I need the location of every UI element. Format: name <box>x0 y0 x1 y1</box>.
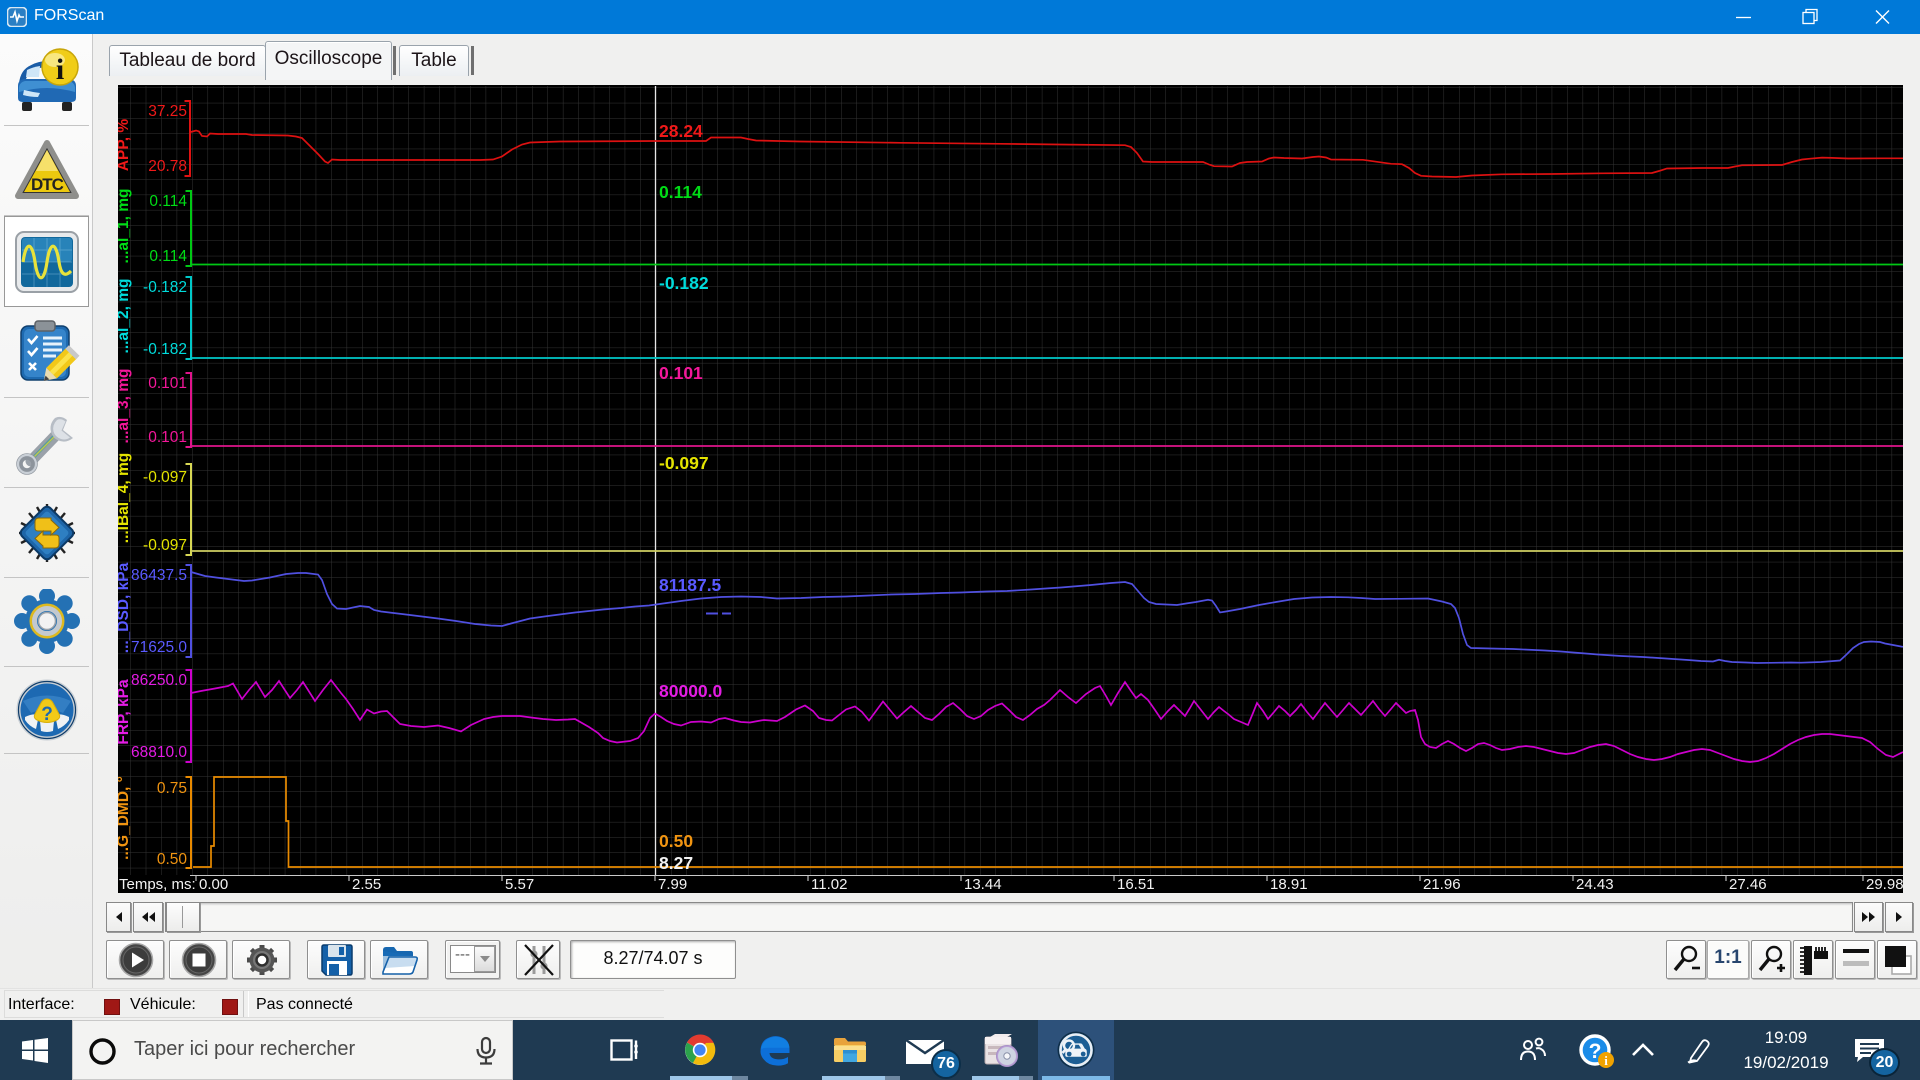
svg-text:0.50: 0.50 <box>659 831 693 851</box>
svg-text:0.101: 0.101 <box>148 429 187 446</box>
svg-text:-0.097: -0.097 <box>143 469 187 486</box>
svg-text:0.114: 0.114 <box>149 193 187 210</box>
svg-text:27.46: 27.46 <box>1729 876 1767 893</box>
svg-text:13.44: 13.44 <box>964 876 1002 893</box>
svg-text:i: i <box>1604 1053 1608 1068</box>
svg-text:5.57: 5.57 <box>505 876 534 893</box>
svg-text:7.99: 7.99 <box>658 876 687 893</box>
svg-text:0.101: 0.101 <box>148 375 187 392</box>
svg-text:86437.5: 86437.5 <box>131 567 187 584</box>
svg-text:81187.5: 81187.5 <box>659 575 722 595</box>
svg-text:37.25: 37.25 <box>148 103 187 120</box>
svg-text:0.75: 0.75 <box>157 780 187 797</box>
svg-text:71625.0: 71625.0 <box>131 639 187 656</box>
svg-text:DTC: DTC <box>31 175 64 194</box>
svg-text:28.24: 28.24 <box>659 121 703 141</box>
svg-text:29.98: 29.98 <box>1866 876 1903 893</box>
svg-text:...G_DMD, °: ...G_DMD, ° <box>118 776 132 860</box>
svg-text:...al_3, mg: ...al_3, mg <box>118 369 132 444</box>
svg-text:21.96: 21.96 <box>1423 876 1461 893</box>
svg-text:0.101: 0.101 <box>659 363 703 383</box>
svg-text:-0.182: -0.182 <box>143 341 187 358</box>
svg-text:18.91: 18.91 <box>1270 876 1308 893</box>
svg-text:...al_1, mg: ...al_1, mg <box>118 189 132 264</box>
svg-text:24.43: 24.43 <box>1576 876 1614 893</box>
svg-text:Temps, ms:: Temps, ms: <box>119 876 196 893</box>
svg-text:80000.0: 80000.0 <box>659 681 723 701</box>
svg-text:0.50: 0.50 <box>157 851 188 868</box>
svg-text:86250.0: 86250.0 <box>131 672 187 689</box>
svg-text:8.27: 8.27 <box>659 853 693 873</box>
svg-text:...al_2, mg: ...al_2, mg <box>118 279 132 354</box>
svg-text:APP, %: APP, % <box>118 119 132 171</box>
svg-text:-0.182: -0.182 <box>659 273 709 293</box>
svg-text:68810.0: 68810.0 <box>131 744 187 761</box>
svg-text:16.51: 16.51 <box>1117 876 1155 893</box>
svg-text:..._DSD, kPa: ..._DSD, kPa <box>118 562 132 653</box>
svg-text:FRP, kPa: FRP, kPa <box>118 679 132 745</box>
svg-text:-0.097: -0.097 <box>659 453 709 473</box>
svg-text:0.114: 0.114 <box>659 182 702 202</box>
svg-text:2.55: 2.55 <box>352 876 381 893</box>
svg-text:0.00: 0.00 <box>199 876 228 893</box>
svg-text:-0.182: -0.182 <box>143 279 187 296</box>
svg-text:20.78: 20.78 <box>148 158 187 175</box>
svg-text:-0.097: -0.097 <box>143 537 187 554</box>
svg-text:11.02: 11.02 <box>811 876 847 893</box>
svg-text:...lBal_4, mg: ...lBal_4, mg <box>118 453 132 543</box>
svg-text:0.114: 0.114 <box>149 248 187 265</box>
svg-text:?: ? <box>41 704 53 725</box>
